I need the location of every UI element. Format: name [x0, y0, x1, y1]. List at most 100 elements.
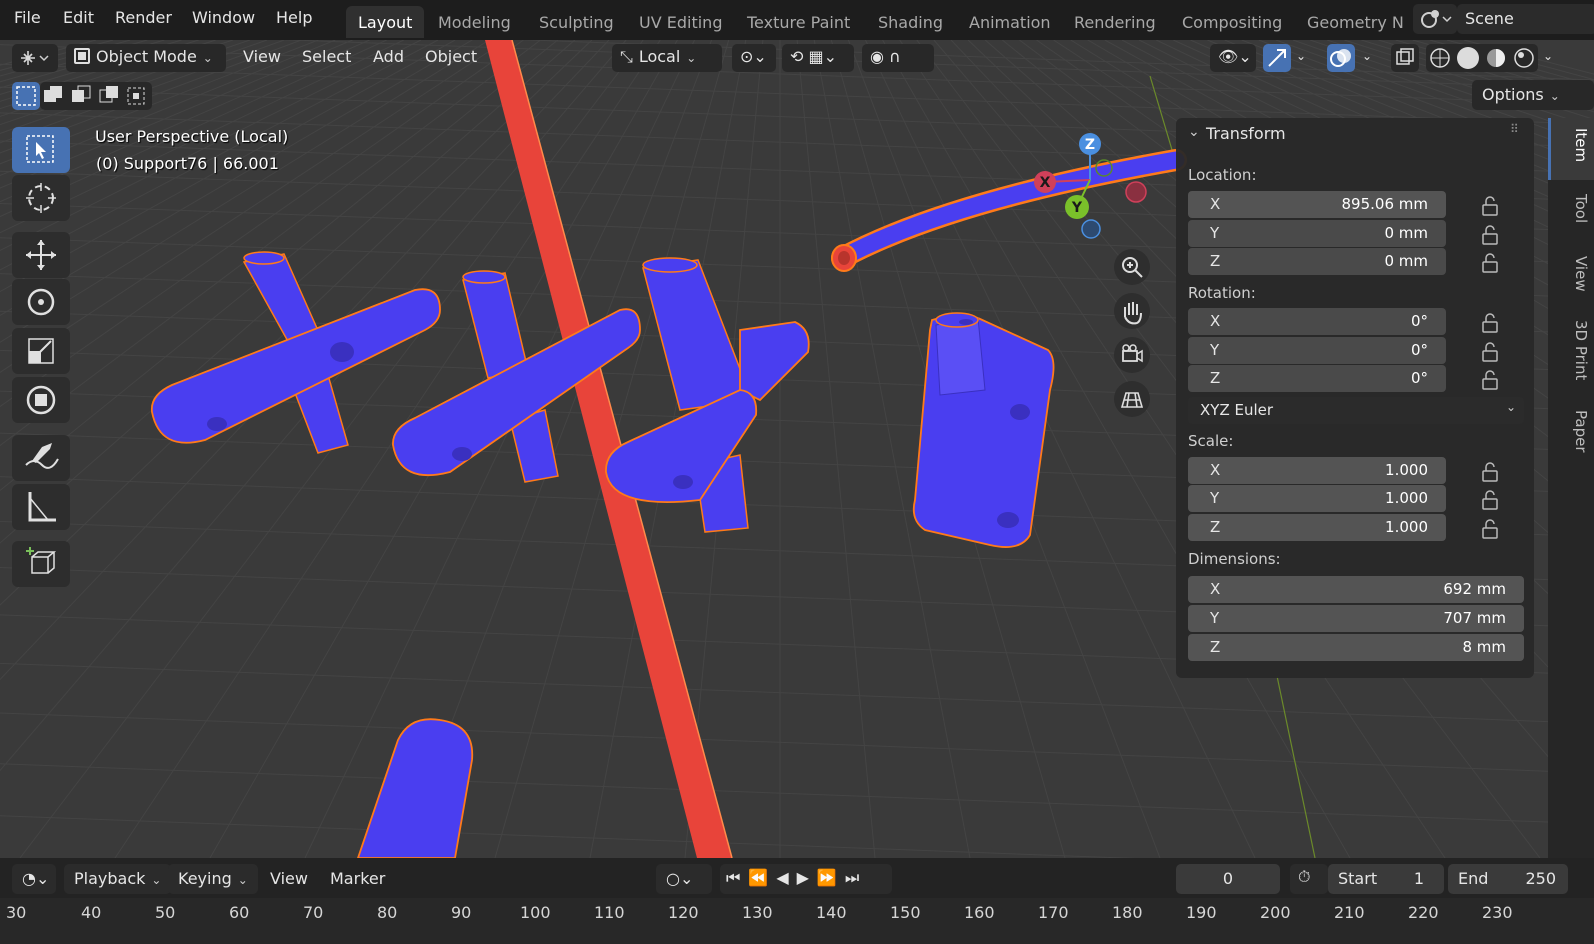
viewport-menu-select[interactable]: Select: [302, 47, 351, 66]
scale-x-field[interactable]: X 1.000: [1188, 457, 1446, 484]
navigation-gizmo[interactable]: Z X Y: [1025, 130, 1155, 245]
rotation-y-field[interactable]: Y 0°: [1188, 337, 1446, 364]
auto-keying-button[interactable]: ○⌄: [656, 864, 712, 894]
camera-icon[interactable]: [1114, 337, 1150, 373]
end-frame-field[interactable]: End 250: [1448, 864, 1568, 894]
tab-texture-paint[interactable]: Texture Paint: [735, 6, 862, 38]
chevron-down-icon[interactable]: ⌄: [1543, 49, 1553, 63]
viewport-menu-object[interactable]: Object: [425, 47, 477, 66]
scale-tool-button[interactable]: [12, 328, 70, 374]
editor-type-button[interactable]: [12, 44, 58, 72]
pan-hand-icon[interactable]: [1114, 293, 1150, 329]
ortho-grid-icon[interactable]: [1114, 381, 1150, 417]
overlay-toggle-button[interactable]: [1327, 44, 1355, 72]
select-tool-button[interactable]: [12, 127, 70, 173]
playback-controls[interactable]: ⏮⏪◀▶⏩⏭: [720, 864, 892, 894]
zoom-icon[interactable]: [1114, 249, 1150, 285]
pivot-point-button[interactable]: ⊙⌄: [732, 44, 776, 72]
move-tool-button[interactable]: [12, 232, 70, 278]
select-combine-modes[interactable]: [40, 82, 152, 110]
lock-icon[interactable]: [1480, 313, 1500, 333]
menu-edit[interactable]: Edit: [63, 8, 94, 27]
scale-z-field[interactable]: Z 1.000: [1188, 514, 1446, 541]
menu-help[interactable]: Help: [276, 8, 312, 27]
snap-button[interactable]: ⟲ ▦⌄: [782, 44, 854, 72]
gizmo-toggle-button[interactable]: [1263, 44, 1291, 72]
sidebar-tab-view[interactable]: View: [1552, 256, 1590, 292]
editor-type-icon: [21, 51, 49, 65]
timeline-menu-view[interactable]: View: [270, 869, 308, 888]
transform-tool-button[interactable]: [12, 377, 70, 423]
lock-icon[interactable]: [1480, 462, 1500, 482]
tab-geometry-nodes[interactable]: Geometry N: [1295, 6, 1403, 38]
chevron-down-icon: ⌄: [1549, 89, 1560, 103]
lock-icon[interactable]: [1480, 519, 1500, 539]
lock-icon[interactable]: [1480, 253, 1500, 273]
rotation-x-field[interactable]: X 0°: [1188, 308, 1446, 335]
sidebar-tab-item[interactable]: Item: [1552, 128, 1590, 162]
measure-tool-button[interactable]: [12, 484, 70, 530]
tab-compositing[interactable]: Compositing: [1170, 6, 1294, 38]
proportional-editing-button[interactable]: ◉ ∩: [862, 44, 934, 72]
viewport-menu-view[interactable]: View: [243, 47, 281, 66]
menu-file[interactable]: File: [14, 8, 41, 27]
sidebar-tab-3d-print[interactable]: 3D Print: [1552, 320, 1590, 380]
keying-menu[interactable]: Keying ⌄: [168, 864, 258, 894]
add-cube-tool-button[interactable]: [12, 541, 70, 587]
dimensions-x-field[interactable]: X 692 mm: [1188, 576, 1524, 603]
transform-orientation-dropdown[interactable]: ⤡ Local ⌄: [612, 44, 722, 72]
tab-animation[interactable]: Animation: [957, 6, 1063, 38]
current-frame-field[interactable]: 0: [1176, 864, 1280, 894]
rotation-mode-dropdown[interactable]: XYZ Euler ⌄: [1188, 397, 1524, 424]
tab-uv-editing[interactable]: UV Editing: [627, 6, 734, 38]
menu-window[interactable]: Window: [192, 8, 255, 27]
timeline-editor-type-button[interactable]: ◔⌄: [12, 864, 56, 894]
lock-icon[interactable]: [1480, 370, 1500, 390]
tab-layout[interactable]: Layout: [346, 6, 425, 38]
tab-shading[interactable]: Shading: [866, 6, 955, 38]
location-x-field[interactable]: X 895.06 mm: [1188, 191, 1446, 218]
gizmo-neg-x[interactable]: [1125, 181, 1147, 203]
start-frame-field[interactable]: Start 1: [1328, 864, 1444, 894]
tab-sculpting[interactable]: Sculpting: [527, 6, 626, 38]
cursor-tool-button[interactable]: [12, 175, 70, 221]
tab-modeling[interactable]: Modeling: [426, 6, 523, 38]
lock-icon[interactable]: [1480, 342, 1500, 362]
location-y-field[interactable]: Y 0 mm: [1188, 220, 1446, 247]
location-z-field[interactable]: Z 0 mm: [1188, 248, 1446, 275]
options-dropdown[interactable]: Options ⌄: [1472, 80, 1594, 110]
chevron-down-icon[interactable]: ⌄: [1362, 49, 1372, 63]
scene-selector-button[interactable]: [1413, 4, 1457, 34]
shading-mode-group: [1426, 44, 1538, 72]
dimensions-y-field[interactable]: Y 707 mm: [1188, 605, 1524, 632]
xray-toggle-button[interactable]: [1391, 44, 1419, 72]
gizmo-y-label: Y: [1071, 200, 1083, 216]
tab-rendering[interactable]: Rendering: [1062, 6, 1168, 38]
sidebar-tab-tool[interactable]: Tool: [1552, 194, 1590, 223]
gizmo-neg-z[interactable]: [1081, 219, 1101, 239]
timeline-menu-marker[interactable]: Marker: [330, 869, 385, 888]
lock-icon[interactable]: [1480, 196, 1500, 216]
collapse-chevron-icon[interactable]: ⌄: [1188, 124, 1200, 140]
chevron-down-icon[interactable]: ⌄: [1296, 49, 1306, 63]
menu-render[interactable]: Render: [115, 8, 172, 27]
frame-tick: 160: [964, 903, 995, 922]
viewport-menu-add[interactable]: Add: [373, 47, 404, 66]
panel-title[interactable]: Transform: [1206, 124, 1286, 143]
lock-icon[interactable]: [1480, 490, 1500, 510]
visibility-button[interactable]: 👁⌄: [1210, 44, 1256, 72]
dimensions-z-field[interactable]: Z 8 mm: [1188, 634, 1524, 661]
select-box-mode-button[interactable]: [12, 82, 40, 110]
scene-name-field[interactable]: Scene: [1457, 4, 1594, 34]
drag-handle-icon[interactable]: ⠿: [1510, 122, 1519, 136]
lock-icon[interactable]: [1480, 225, 1500, 245]
preview-range-button[interactable]: ⏱: [1290, 864, 1328, 894]
rotate-tool-button[interactable]: [12, 279, 70, 325]
annotate-tool-button[interactable]: [12, 435, 70, 481]
rotation-z-field[interactable]: Z 0°: [1188, 365, 1446, 392]
scale-y-field[interactable]: Y 1.000: [1188, 485, 1446, 512]
sidebar-tab-paper[interactable]: Paper: [1552, 410, 1590, 452]
gizmo-neg-y[interactable]: [1095, 159, 1113, 177]
playback-menu[interactable]: Playback ⌄: [64, 864, 172, 894]
mode-dropdown[interactable]: Object Mode ⌄: [66, 44, 226, 72]
